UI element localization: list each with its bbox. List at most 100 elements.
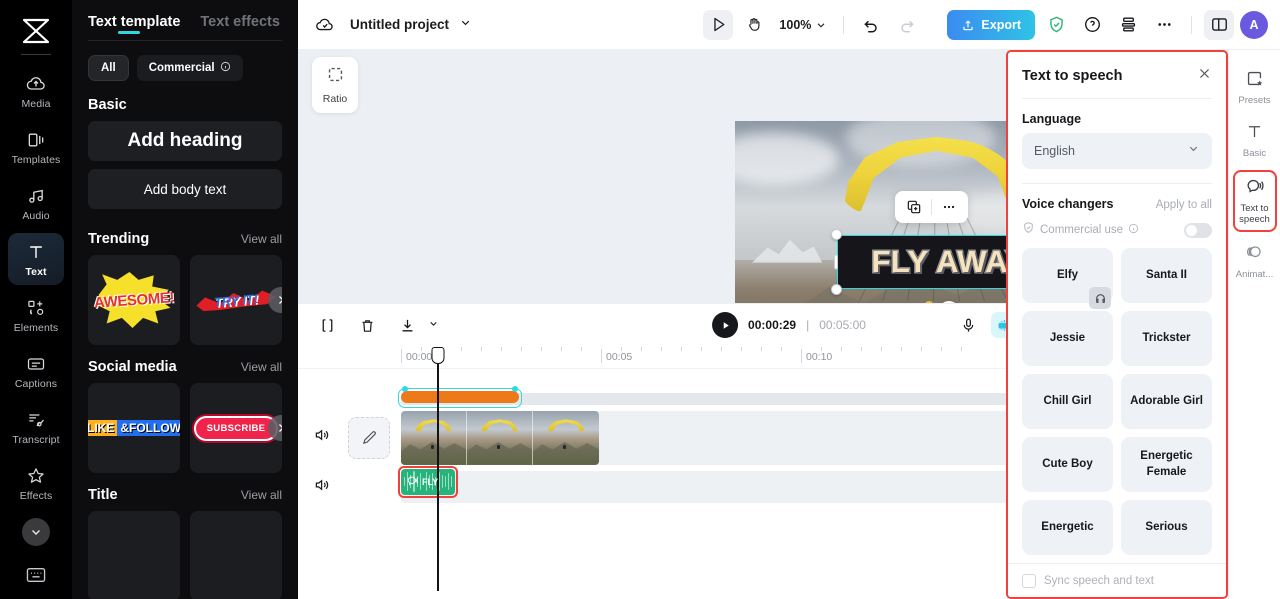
info-circle-icon[interactable] — [1128, 221, 1139, 239]
section-title-trending: Trending — [88, 231, 150, 247]
voice-option-serious[interactable]: Serious — [1121, 500, 1212, 555]
cloud-check-icon[interactable] — [310, 10, 340, 40]
add-heading-button[interactable]: Add heading — [88, 121, 282, 161]
template-tile-like-follow[interactable]: LIKE &FOLLOW — [88, 383, 180, 473]
next-arrow-icon[interactable] — [268, 287, 282, 313]
tile-label-group: LIKE &FOLLOW — [88, 420, 180, 436]
language-value: English — [1034, 144, 1075, 158]
sidebar-item-elements[interactable]: Elements — [8, 289, 64, 341]
sidebar-item-transcript[interactable]: Transcript — [8, 401, 64, 453]
panel-layout-icon[interactable] — [1204, 9, 1234, 40]
hand-icon[interactable] — [739, 10, 769, 40]
ellipsis-icon[interactable] — [936, 194, 962, 220]
crop-dashed-icon — [326, 65, 345, 89]
right-rail-item-text-to-speech[interactable]: Text to speech — [1232, 169, 1277, 232]
audio-clip-label: FLY — [422, 476, 439, 487]
view-all-trending[interactable]: View all — [241, 232, 282, 246]
voice-option-chill-girl[interactable]: Chill Girl — [1022, 374, 1113, 429]
sparkle-star-icon — [25, 465, 47, 487]
video-clip[interactable] — [401, 410, 599, 465]
total-time: 00:05:00 — [819, 318, 866, 332]
resize-handle-top-left[interactable] — [831, 229, 842, 240]
tab-text-template[interactable]: Text template — [88, 14, 180, 40]
redo-button[interactable] — [892, 10, 922, 40]
question-circle-icon[interactable] — [1077, 10, 1107, 40]
language-label: Language — [1022, 112, 1082, 126]
edit-clip-button[interactable] — [348, 416, 390, 459]
sidebar-item-text[interactable]: Text — [8, 233, 64, 285]
download-icon[interactable] — [394, 312, 420, 338]
template-tile-title-1[interactable] — [88, 511, 180, 599]
voice-option-adorable-girl[interactable]: Adorable Girl — [1121, 374, 1212, 429]
close-icon[interactable] — [1197, 66, 1212, 86]
sidebar-label: Media — [21, 97, 51, 110]
add-body-text-button[interactable]: Add body text — [88, 169, 282, 209]
sidebar-item-media[interactable]: Media — [8, 65, 64, 117]
overlay-clip-selection — [398, 385, 522, 408]
top-toolbar: Untitled project 100% Export A — [298, 0, 1280, 50]
voice-option-energetic-female[interactable]: Energetic Female — [1121, 437, 1212, 492]
sidebar-item-templates[interactable]: Templates — [8, 121, 64, 173]
sync-speech-checkbox[interactable] — [1022, 573, 1036, 588]
expand-sidebar-button[interactable] — [22, 518, 50, 546]
export-button[interactable]: Export — [947, 9, 1035, 40]
view-all-title[interactable]: View all — [241, 488, 282, 502]
voice-label: Jessie — [1049, 331, 1086, 344]
voice-option-elfy[interactable]: Elfy — [1022, 248, 1113, 309]
shield-check-icon[interactable] — [1041, 10, 1071, 40]
ratio-button[interactable]: Ratio — [312, 57, 358, 113]
capcut-logo-icon[interactable] — [16, 14, 56, 48]
playhead-knob[interactable] — [431, 346, 445, 364]
playhead[interactable] — [431, 346, 445, 591]
right-rail-item-animation[interactable]: Animat... — [1233, 238, 1277, 285]
project-name[interactable]: Untitled project — [350, 17, 449, 32]
avatar[interactable]: A — [1240, 10, 1268, 39]
commercial-use-toggle[interactable] — [1184, 222, 1212, 238]
voice-option-santa-ii[interactable]: Santa II — [1121, 248, 1212, 303]
sidebar-item-audio[interactable]: Audio — [8, 177, 64, 229]
language-select[interactable]: English — [1022, 133, 1212, 169]
template-tile-title-2[interactable] — [190, 511, 282, 599]
undo-button[interactable] — [856, 10, 886, 40]
right-rail-item-presets[interactable]: Presets — [1233, 64, 1277, 111]
ellipsis-icon[interactable] — [1149, 10, 1179, 40]
play-button[interactable] — [712, 312, 739, 338]
filter-chip-all[interactable]: All — [88, 55, 129, 81]
audio-track-volume-icon[interactable] — [312, 475, 332, 495]
sidebar-label: Audio — [22, 209, 50, 222]
template-tile-subscribe[interactable]: SUBSCRIBE — [190, 383, 282, 473]
project-dropdown-chevron-down-icon[interactable] — [459, 16, 472, 34]
cursor-arrow-icon[interactable] — [703, 9, 734, 40]
collapse-panel-button[interactable] — [295, 280, 298, 336]
chevron-down-icon — [1187, 142, 1200, 160]
resize-handle-bottom-left[interactable] — [831, 284, 842, 295]
keyboard-icon[interactable] — [24, 565, 48, 585]
split-clip-icon[interactable] — [314, 312, 340, 338]
zoom-level-control[interactable]: 100% — [775, 18, 831, 32]
view-all-social-media[interactable]: View all — [241, 360, 282, 374]
voice-option-jessie[interactable]: Jessie — [1022, 311, 1113, 366]
trash-icon[interactable] — [354, 312, 380, 338]
sidebar-item-effects[interactable]: Effects — [8, 457, 64, 509]
video-track-volume-icon[interactable] — [312, 425, 332, 445]
headphone-icon[interactable] — [1089, 287, 1111, 309]
resize-handle-left[interactable] — [834, 254, 838, 270]
voice-option-energetic[interactable]: Energetic — [1022, 500, 1113, 555]
voice-option-cute-boy[interactable]: Cute Boy — [1022, 437, 1113, 492]
microphone-icon[interactable] — [955, 312, 981, 338]
layers-icon[interactable] — [1113, 10, 1143, 40]
tab-text-effects[interactable]: Text effects — [200, 14, 280, 40]
filter-chip-commercial[interactable]: Commercial — [136, 55, 243, 81]
text-t-icon — [1245, 122, 1264, 146]
clip-thumbnail — [533, 410, 599, 465]
section-title-basic: Basic — [88, 97, 127, 113]
duplicate-add-icon[interactable] — [901, 194, 927, 220]
chip-label: Commercial — [148, 62, 215, 74]
download-dropdown-chevron-down-icon[interactable] — [428, 316, 439, 334]
apply-to-all-button[interactable]: Apply to all — [1156, 199, 1212, 211]
right-rail-item-basic[interactable]: Basic — [1233, 117, 1277, 164]
sidebar-item-captions[interactable]: Captions — [8, 345, 64, 397]
template-tile-tryit[interactable]: TRY IT! — [190, 255, 282, 345]
template-tile-awesome[interactable]: AWESOME! — [88, 255, 180, 345]
voice-option-trickster[interactable]: Trickster — [1121, 311, 1212, 366]
